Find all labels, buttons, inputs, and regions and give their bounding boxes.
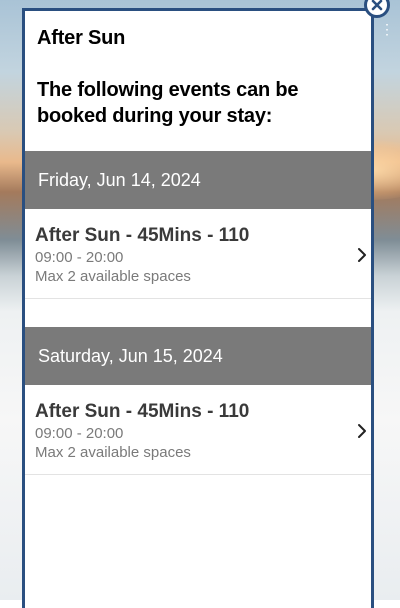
modal-intro: The following events can be booked durin… (37, 79, 299, 127)
modal-title: After Sun (37, 27, 126, 49)
event-name: After Sun - 45Mins - 110 (35, 401, 250, 422)
event-spaces: Max 2 available spaces (35, 268, 191, 285)
event-spaces: Max 2 available spaces (35, 444, 191, 461)
close-icon (371, 0, 383, 11)
event-time: 09:00 - 20:00 (35, 425, 124, 442)
kebab-menu-icon[interactable]: ⋮ (380, 22, 394, 36)
chevron-right-icon (358, 424, 366, 438)
event-row[interactable]: After Sun - 45Mins - 110 09:00 - 20:00 M… (25, 385, 371, 475)
event-row[interactable]: After Sun - 45Mins - 110 09:00 - 20:00 M… (25, 209, 371, 299)
close-button[interactable] (364, 0, 390, 18)
chevron-right-icon (358, 248, 366, 262)
date-header: Saturday, Jun 15, 2024 (25, 327, 371, 385)
event-time: 09:00 - 20:00 (35, 249, 124, 266)
date-header: Friday, Jun 14, 2024 (25, 151, 371, 209)
events-modal: After Sun The following events can be bo… (22, 8, 374, 608)
event-name: After Sun - 45Mins - 110 (35, 225, 250, 246)
